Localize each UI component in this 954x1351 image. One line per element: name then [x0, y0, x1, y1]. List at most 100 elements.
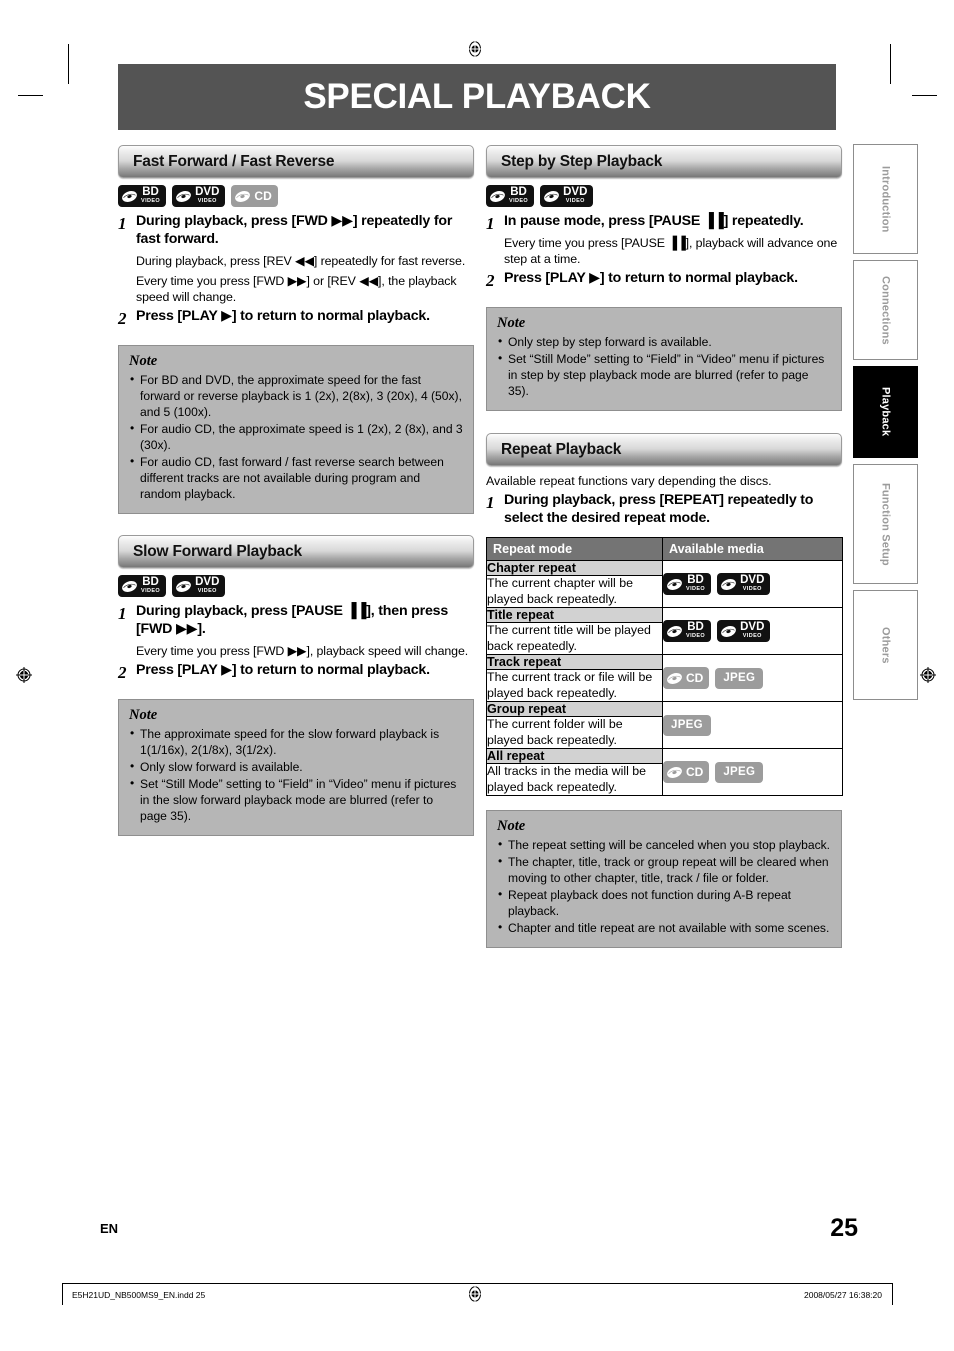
- note-item: The repeat setting will be canceled when…: [497, 837, 831, 854]
- note-item: The chapter, title, track or group repea…: [497, 854, 831, 887]
- right-column: Step by Step Playback BD VIDEO DVD VIDEO 1…: [486, 145, 843, 948]
- step-heading: Press [PLAY ▶] to return to normal playb…: [136, 308, 430, 325]
- page-number: 25: [830, 1214, 858, 1242]
- repeat-media-cell: BD VIDEO DVD VIDEO: [662, 560, 843, 609]
- repeat-media-cell: CD JPEG: [662, 748, 843, 797]
- note-title: Note: [497, 818, 526, 835]
- note-box-step-by-step: Note Only step by step forward is availa…: [486, 307, 842, 412]
- dvd-video-badge: DVD VIDEO: [172, 185, 226, 207]
- cd-badge: CD: [231, 185, 278, 207]
- table-header-row: Repeat mode Available media: [486, 537, 843, 562]
- step-number: 1: [118, 604, 127, 624]
- section-step-by-step: Step by Step Playback BD VIDEO DVD VIDEO 1…: [486, 145, 842, 412]
- disc-icon: [175, 190, 192, 203]
- section-header-label: Slow Forward Playback: [133, 542, 302, 560]
- cd-badge: CD: [663, 667, 710, 690]
- table-row: Track repeat CD JPEG: [486, 654, 843, 703]
- bd-video-badge: BD VIDEO: [486, 185, 535, 207]
- step-number: 1: [486, 214, 495, 233]
- step-item: 2 Press [PLAY ▶] to return to normal pla…: [118, 308, 474, 329]
- disc-icon: [489, 190, 506, 203]
- step-item: 1 During playback, press [PAUSE ▐▐], the…: [118, 603, 474, 659]
- footer-tick-left: [62, 1283, 63, 1305]
- step-heading: In pause mode, press [PAUSE ▐▐] repeated…: [504, 213, 804, 229]
- registration-mark-right: [920, 667, 936, 683]
- tab-others[interactable]: Others: [853, 590, 918, 700]
- page-title: SPECIAL PLAYBACK: [118, 64, 836, 130]
- table-row: Chapter repeat BD VIDEO DVD VIDEO: [486, 560, 843, 609]
- step-number: 1: [118, 214, 127, 233]
- section-repeat-playback: Repeat Playback Available repeat functio…: [486, 433, 843, 948]
- table-row: Group repeat JPEG: [486, 701, 843, 750]
- section-fast-forward: Fast Forward / Fast Reverse BD VIDEO DVD V…: [118, 145, 474, 515]
- step-heading: Press [PLAY ▶] to return to normal playb…: [136, 661, 430, 678]
- section-header-label: Fast Forward / Fast Reverse: [133, 152, 335, 170]
- step-paragraph: During playback, press [REV ◀◀] repeated…: [136, 253, 466, 268]
- tab-label: Function Setup: [879, 482, 892, 566]
- repeat-mode-name: Title repeat: [486, 607, 663, 624]
- repeat-mode-table: Repeat mode Available media Chapter repe…: [486, 537, 843, 797]
- note-title: Note: [129, 707, 158, 724]
- column-header-repeat-mode: Repeat mode: [486, 537, 663, 562]
- language-code: EN: [100, 1221, 119, 1236]
- bd-video-badge: BD VIDEO: [118, 575, 167, 598]
- disc-icon: [121, 190, 138, 203]
- disc-icon: [666, 625, 683, 638]
- repeat-mode-name: Track repeat: [486, 654, 663, 671]
- step-number: 2: [118, 662, 127, 682]
- note-title: Note: [129, 353, 158, 370]
- tab-label: Connections: [879, 275, 892, 345]
- section-header-fast-forward: Fast Forward / Fast Reverse: [118, 145, 474, 178]
- table-row: All repeat CD JPEG: [486, 748, 843, 797]
- section-slow-forward: Slow Forward Playback BD VIDEO DVD VIDEO 1…: [118, 535, 474, 836]
- disc-icon: [175, 580, 192, 593]
- dvd-video-badge: DVD VIDEO: [717, 573, 771, 596]
- tab-function-setup[interactable]: Function Setup: [853, 464, 918, 584]
- tab-connections[interactable]: Connections: [853, 260, 918, 360]
- column-header-available-media: Available media: [662, 537, 843, 562]
- repeat-mode-name: All repeat: [486, 748, 663, 765]
- media-badges-fast-forward: BD VIDEO DVD VIDEO CD: [118, 185, 474, 207]
- crop-mark-top-left: [68, 44, 69, 84]
- dvd-video-badge: DVD VIDEO: [172, 575, 226, 598]
- repeat-mode-description: The current chapter will be played back …: [486, 575, 663, 609]
- step-item: 2 Press [PLAY ▶] to return to normal pla…: [118, 662, 474, 683]
- section-header-label: Step by Step Playback: [501, 152, 663, 170]
- disc-icon: [121, 580, 138, 593]
- jpeg-badge: JPEG: [715, 761, 764, 783]
- step-item: 1 During playback, press [FWD ▶▶] repeat…: [118, 213, 474, 305]
- tab-introduction[interactable]: Introduction: [853, 144, 918, 254]
- bd-video-badge: BD VIDEO: [663, 573, 712, 596]
- section-header-label: Repeat Playback: [501, 440, 622, 458]
- note-item: Set “Still Mode” setting to “Field” in “…: [497, 351, 831, 400]
- note-item: Only step by step forward is available.: [497, 334, 831, 351]
- repeat-lead-text: Available repeat functions vary dependin…: [486, 474, 772, 489]
- tab-playback[interactable]: Playback: [853, 366, 918, 458]
- step-paragraph: Every time you press [FWD ▶▶] or [REV ◀◀…: [136, 273, 457, 305]
- step-number: 2: [486, 271, 495, 291]
- bd-video-badge: BD VIDEO: [663, 620, 712, 643]
- jpeg-badge: JPEG: [715, 667, 764, 689]
- crop-mark-top-right: [890, 44, 891, 84]
- media-badges-slow-forward: BD VIDEO DVD VIDEO: [118, 575, 474, 598]
- crop-mark-right-top: [912, 95, 937, 96]
- repeat-mode-description: All tracks in the media will be played b…: [486, 763, 663, 797]
- step-item: 1 During playback, press [REPEAT] repeat…: [486, 492, 842, 528]
- footer-tick-right: [892, 1283, 893, 1305]
- dvd-video-badge: DVD VIDEO: [540, 185, 594, 207]
- step-item: 2 Press [PLAY ▶] to return to normal pla…: [486, 270, 842, 291]
- step-paragraph: Every time you press [FWD ▶▶], playback …: [136, 643, 469, 658]
- cd-badge: CD: [663, 761, 710, 784]
- note-item: Set “Still Mode” setting to “Field” in “…: [129, 776, 463, 825]
- step-heading: Press [PLAY ▶] to return to normal playb…: [504, 270, 798, 287]
- jpeg-badge: JPEG: [663, 714, 711, 736]
- dvd-video-badge: DVD VIDEO: [717, 620, 771, 643]
- repeat-media-cell: JPEG: [662, 701, 843, 750]
- note-item: For audio CD, fast forward / fast revers…: [129, 454, 463, 503]
- tab-label: Playback: [879, 387, 892, 437]
- repeat-mode-description: The current track or file will be played…: [486, 669, 663, 703]
- bd-video-badge: BD VIDEO: [118, 185, 167, 207]
- registration-mark-left: [16, 667, 32, 683]
- section-header-step-by-step: Step by Step Playback: [486, 145, 842, 178]
- note-title: Note: [497, 315, 526, 332]
